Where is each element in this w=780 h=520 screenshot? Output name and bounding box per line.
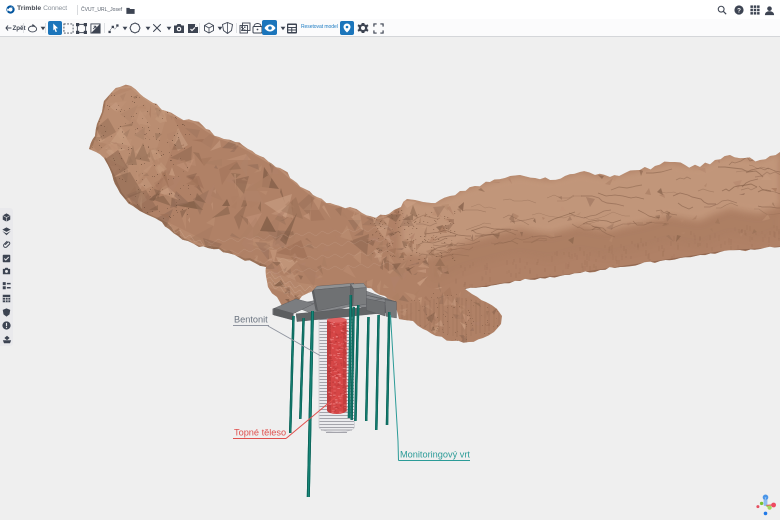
svg-text:Topné těleso: Topné těleso (234, 428, 286, 438)
svg-text:Bentonit: Bentonit (234, 315, 268, 325)
svg-text:Monitoringový vrt: Monitoringový vrt (400, 450, 470, 460)
svg-text:z: z (765, 495, 767, 500)
svg-text:?: ? (737, 7, 741, 14)
